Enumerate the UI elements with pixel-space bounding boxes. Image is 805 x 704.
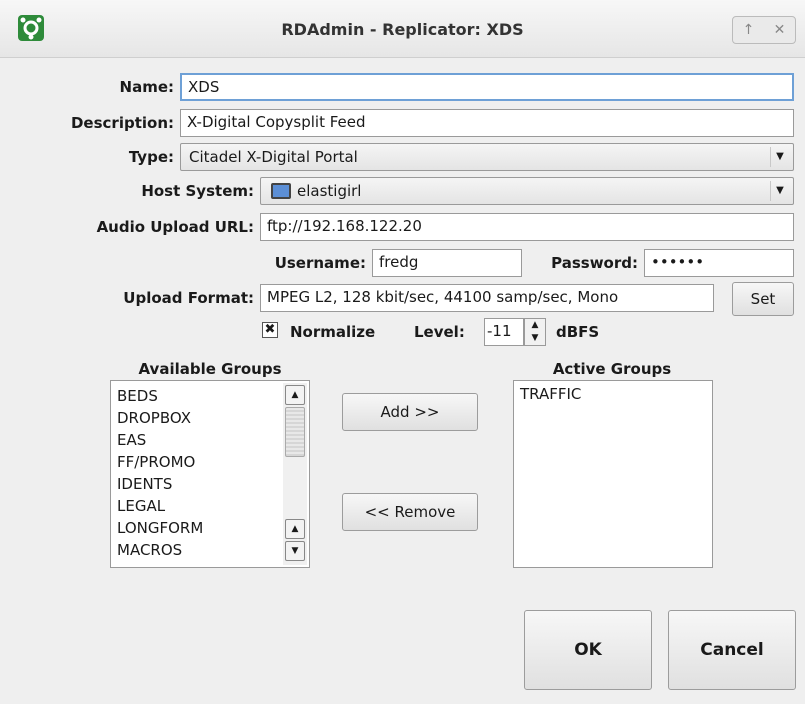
active-groups-label: Active Groups — [552, 360, 672, 378]
format-field[interactable]: MPEG L2, 128 kbit/sec, 44100 samp/sec, M… — [260, 284, 714, 312]
normalize-label: Normalize — [290, 323, 376, 341]
username-field[interactable]: fredg — [372, 249, 522, 277]
dropdown-arrow-icon: ▼ — [770, 181, 789, 201]
scrollbar[interactable]: ▲ ▲ ▼ — [283, 383, 307, 565]
list-item[interactable]: TRAFFIC — [514, 383, 712, 405]
type-select[interactable]: Citadel X-Digital Portal ▼ — [180, 143, 794, 171]
available-groups-label: Available Groups — [138, 360, 282, 378]
active-groups-list[interactable]: TRAFFIC — [513, 380, 713, 568]
window-controls[interactable]: ↑ ✕ — [732, 16, 796, 44]
list-item[interactable]: LEGAL — [111, 495, 309, 517]
down-arrow-icon[interactable]: ▼ — [525, 332, 545, 345]
host-label: Host System: — [141, 182, 254, 200]
name-label: Name: — [119, 78, 174, 96]
monitor-icon — [271, 183, 291, 199]
list-item[interactable]: BEDS — [111, 385, 309, 407]
description-label: Description: — [70, 114, 174, 132]
dropdown-arrow-icon: ▼ — [770, 147, 789, 167]
scroll-down-icon[interactable]: ▼ — [285, 541, 305, 561]
maximize-icon[interactable]: ↑ — [743, 22, 755, 38]
add-button[interactable]: Add >> — [342, 393, 478, 431]
type-label: Type: — [128, 148, 174, 166]
scroll-up-icon[interactable]: ▲ — [285, 519, 305, 539]
host-select[interactable]: elastigirl ▼ — [260, 177, 794, 205]
level-spinbox[interactable]: -11 — [484, 318, 524, 346]
password-field[interactable]: •••••• — [644, 249, 794, 277]
host-value: elastigirl — [297, 182, 362, 200]
ok-button[interactable]: OK — [524, 610, 652, 690]
set-button[interactable]: Set — [732, 282, 794, 316]
list-item[interactable]: MACROS — [111, 539, 309, 561]
url-label: Audio Upload URL: — [96, 218, 254, 236]
name-field[interactable]: XDS — [180, 73, 794, 101]
window-title: RDAdmin - Replicator: XDS — [281, 20, 524, 39]
list-item[interactable]: LONGFORM — [111, 517, 309, 539]
level-stepper[interactable]: ▲ ▼ — [524, 318, 546, 346]
username-label: Username: — [274, 254, 366, 272]
list-item[interactable]: IDENTS — [111, 473, 309, 495]
remove-button[interactable]: << Remove — [342, 493, 478, 531]
scroll-up-icon[interactable]: ▲ — [285, 385, 305, 405]
password-label: Password: — [551, 254, 638, 272]
url-field[interactable]: ftp://192.168.122.20 — [260, 213, 794, 241]
normalize-checkbox[interactable]: ✖ — [262, 322, 278, 338]
cancel-button[interactable]: Cancel — [668, 610, 796, 690]
scroll-thumb[interactable] — [285, 407, 305, 457]
list-item[interactable]: DROPBOX — [111, 407, 309, 429]
type-value: Citadel X-Digital Portal — [189, 148, 358, 166]
close-icon[interactable]: ✕ — [774, 22, 786, 38]
available-groups-list[interactable]: BEDS DROPBOX EAS FF/PROMO IDENTS LEGAL L… — [110, 380, 310, 568]
description-field[interactable]: X-Digital Copysplit Feed — [180, 109, 794, 137]
list-item[interactable]: FF/PROMO — [111, 451, 309, 473]
level-unit: dBFS — [556, 323, 600, 341]
list-item[interactable]: EAS — [111, 429, 309, 451]
level-label: Level: — [414, 323, 465, 341]
up-arrow-icon[interactable]: ▲ — [525, 319, 545, 332]
format-label: Upload Format: — [123, 289, 254, 307]
